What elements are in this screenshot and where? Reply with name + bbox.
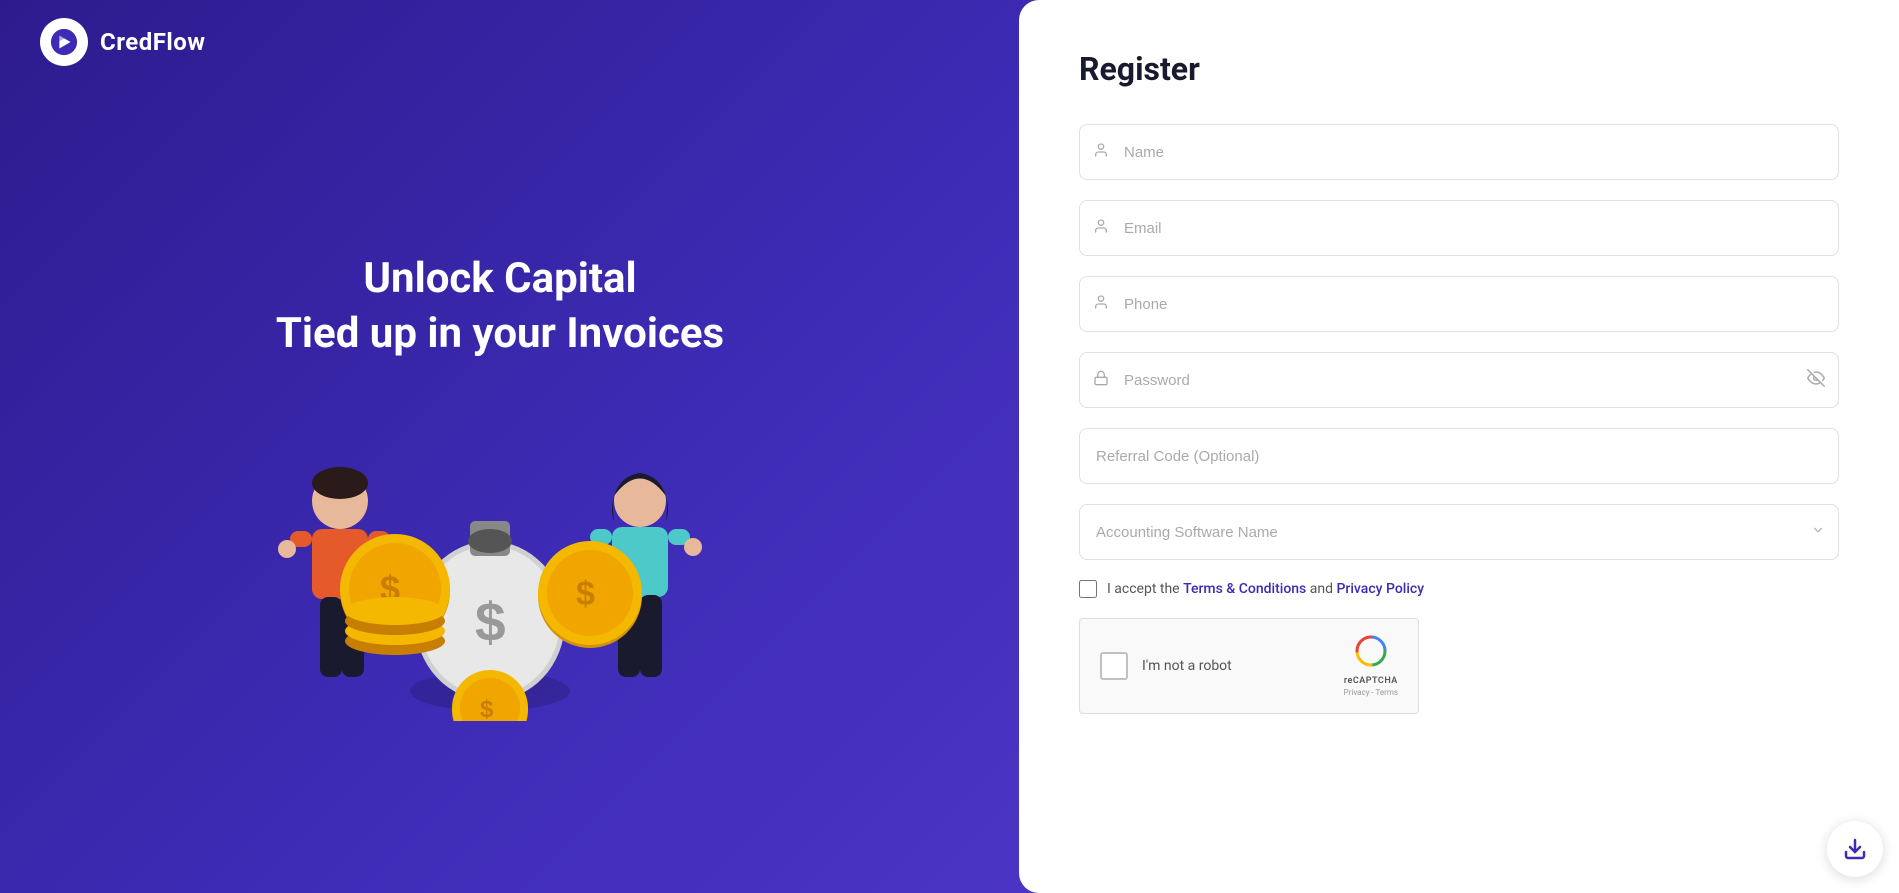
- referral-field-group: [1079, 428, 1839, 484]
- phone-field-group: [1079, 276, 1839, 332]
- terms-text: I accept the Terms & Conditions and Priv…: [1107, 581, 1424, 597]
- lock-icon: [1093, 370, 1109, 390]
- privacy-policy-link[interactable]: Privacy Policy: [1336, 581, 1424, 597]
- hero-text: Unlock Capital Tied up in your Invoices: [276, 252, 724, 361]
- hero-illustration: $: [240, 401, 760, 721]
- svg-text:$: $: [576, 575, 595, 613]
- person-icon: [1093, 142, 1109, 162]
- recaptcha-left: I'm not a robot: [1100, 652, 1232, 680]
- name-input[interactable]: [1079, 124, 1839, 180]
- register-panel: Register: [1019, 0, 1899, 893]
- terms-row: I accept the Terms & Conditions and Priv…: [1079, 580, 1839, 598]
- phone-person-icon: [1093, 294, 1109, 314]
- recaptcha-sub-text: Privacy - Terms: [1344, 688, 1398, 697]
- accounting-software-select[interactable]: Accounting Software Name QuickBooks Xero…: [1079, 504, 1839, 560]
- svg-text:$: $: [480, 696, 494, 721]
- recaptcha-checkbox[interactable]: [1100, 652, 1128, 680]
- register-title: Register: [1079, 50, 1839, 88]
- hero-title: Unlock Capital Tied up in your Invoices: [276, 252, 724, 361]
- password-toggle-icon[interactable]: [1807, 369, 1825, 391]
- referral-input[interactable]: [1079, 428, 1839, 484]
- recaptcha-spinner-icon: [1355, 635, 1387, 674]
- password-input[interactable]: [1079, 352, 1839, 408]
- terms-link[interactable]: Terms & Conditions: [1183, 581, 1306, 597]
- download-button[interactable]: [1827, 821, 1883, 877]
- svg-text:$: $: [475, 591, 506, 653]
- password-field-group: [1079, 352, 1839, 408]
- email-input[interactable]: [1079, 200, 1839, 256]
- name-field-group: [1079, 124, 1839, 180]
- email-person-icon: [1093, 218, 1109, 238]
- email-field-group: [1079, 200, 1839, 256]
- recaptcha-label: I'm not a robot: [1142, 658, 1232, 674]
- terms-checkbox[interactable]: [1079, 580, 1097, 598]
- recaptcha-brand-text: reCAPTCHA: [1344, 676, 1398, 686]
- hero-section: Unlock Capital Tied up in your Invoices …: [0, 0, 1000, 893]
- recaptcha-box[interactable]: I'm not a robot reCAPTCHA Privacy - Term…: [1079, 618, 1419, 714]
- phone-input[interactable]: [1079, 276, 1839, 332]
- recaptcha-logo: reCAPTCHA Privacy - Terms: [1344, 635, 1398, 697]
- accounting-software-group: Accounting Software Name QuickBooks Xero…: [1079, 504, 1839, 560]
